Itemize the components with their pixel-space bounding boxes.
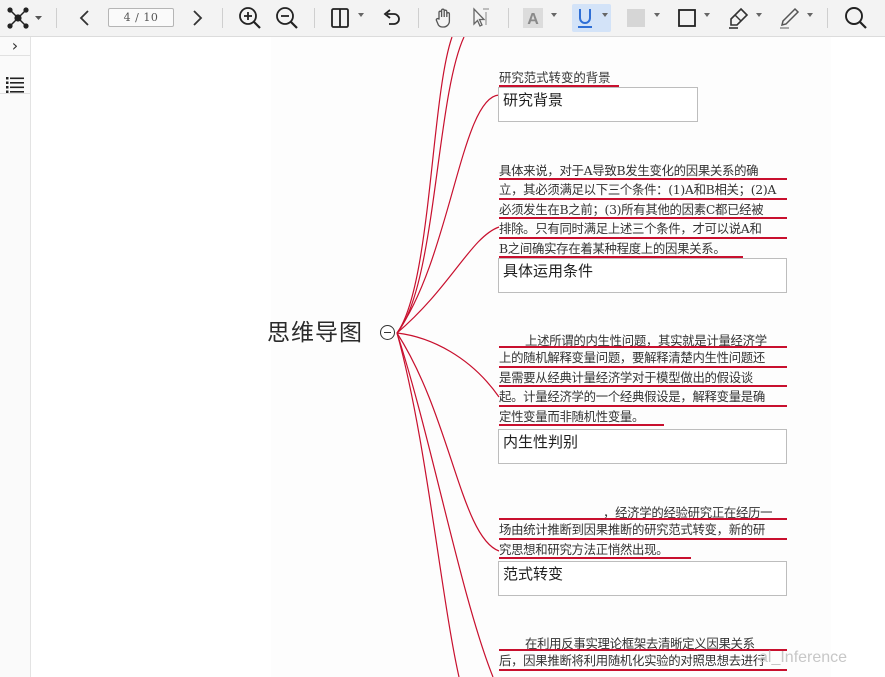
note-line: 定性变量而非随机性变量。 <box>499 407 664 426</box>
note-line: 上述所谓的内生性问题，其实就是计量经济学 <box>499 331 787 349</box>
branch-1-node[interactable]: 研究背景 <box>498 87 698 122</box>
rectangle-caret[interactable] <box>704 13 710 17</box>
expand-panel-button[interactable]: › <box>8 37 22 57</box>
highlighter-button[interactable] <box>725 0 751 36</box>
undo-icon <box>383 9 400 25</box>
rectangle-icon <box>678 9 696 27</box>
connector-branch-4 <box>396 332 500 552</box>
toolbar: 4 / 10 A <box>0 0 885 37</box>
pen-icon <box>780 7 800 29</box>
toolbar-separator <box>827 8 828 28</box>
underline-icon-wrap <box>572 0 598 36</box>
note-line: 在利用反事实理论框架去清晰定义因果关系 <box>499 634 787 652</box>
rail-divider <box>0 93 30 94</box>
note-line: 究思想和研究方法正悄然出现。 <box>499 540 691 560</box>
branch-3-note: 上述所谓的内生性问题，其实就是计量经济学 上的随机解释变量问题，要解释清楚内生性… <box>499 331 787 426</box>
note-line: 上的随机解释变量问题，要解释清楚内生性问题还 <box>499 348 787 368</box>
toolbar-separator <box>222 8 223 28</box>
rectangle-button[interactable] <box>675 0 699 36</box>
watermark: al_Inference <box>759 649 848 666</box>
layout-toggle-button[interactable] <box>326 0 354 36</box>
note-line: ，经济学的经验研究正在经历一 <box>499 503 787 521</box>
zoom-in-icon <box>239 7 261 29</box>
branch-1-note: 研究范式转变的背景 <box>499 68 619 88</box>
text-highlight-caret[interactable] <box>551 13 557 17</box>
undo-button[interactable] <box>378 0 404 36</box>
node-label: 内生性判别 <box>503 433 579 451</box>
connector-branch-2 <box>396 226 500 334</box>
zoom-in-button[interactable] <box>236 0 264 36</box>
layout-dropdown-caret[interactable] <box>358 13 364 17</box>
branch-3-node[interactable]: 内生性判别 <box>498 429 787 464</box>
note-line: 研究范式转变的背景 <box>499 68 619 88</box>
svg-text:A: A <box>527 11 539 28</box>
underline-icon <box>578 9 592 28</box>
rail-divider <box>0 55 30 56</box>
node-label: 具体运用条件 <box>503 262 594 280</box>
fill-color-caret[interactable] <box>654 13 660 17</box>
branch-2-node[interactable]: 具体运用条件 <box>498 258 787 293</box>
branch-4-note: ，经济学的经验研究正在经历一 场由统计推断到因果推断的研究范式转变，新的研 究思… <box>499 503 787 560</box>
outline-button[interactable] <box>4 73 26 95</box>
note-line: B之间确实存在着某种程度上的因果关系。 <box>499 239 743 258</box>
select-tool-button[interactable] <box>466 0 494 36</box>
search-button[interactable] <box>841 0 871 36</box>
note-line: 是需要从经典计量经济学对于模型做出的假设谈 <box>499 368 787 388</box>
hand-tool-icon <box>435 8 451 28</box>
note-line: 必须发生在B之前；(3)所有其他的因素C都已经被 <box>499 200 787 220</box>
zoom-out-icon <box>276 7 298 29</box>
pen-button[interactable] <box>776 0 802 36</box>
pen-caret[interactable] <box>807 13 813 17</box>
fill-color-button[interactable] <box>624 0 648 36</box>
toolbar-separator <box>314 8 315 28</box>
toolbar-separator <box>56 8 57 28</box>
prev-page-button[interactable] <box>74 0 96 36</box>
note-line: 具体来说，对于A导致B发生变化的因果关系的确 <box>499 161 787 181</box>
select-tool-icon <box>473 7 489 27</box>
note-line: 排除。只有同时满足上述三个条件，才可以说A和 <box>499 219 787 239</box>
text-highlight-icon: A <box>523 8 543 28</box>
hand-tool-button[interactable] <box>430 0 458 36</box>
note-line: 场由统计推断到因果推断的研究范式转变，新的研 <box>499 520 787 540</box>
zoom-out-button[interactable] <box>273 0 301 36</box>
fill-color-icon <box>627 9 645 27</box>
toolbar-separator <box>418 8 419 28</box>
next-page-button[interactable] <box>186 0 208 36</box>
highlighter-icon <box>729 7 749 29</box>
branch-4-node[interactable]: 范式转变 <box>498 561 787 596</box>
underline-caret[interactable] <box>602 13 608 17</box>
note-line: 后，因果推断将利用随机化实验的对照思想去进行 <box>499 651 787 671</box>
note-line: 立，其必须满足以下三个条件：(1)A和B相关；(2)A <box>499 180 787 200</box>
connector-branch-3 <box>396 332 500 398</box>
left-rail: › <box>0 37 31 677</box>
branch-2-note: 具体来说，对于A导致B发生变化的因果关系的确 立，其必须满足以下三个条件：(1)… <box>499 161 787 258</box>
prev-page-icon <box>79 10 89 26</box>
branch-5-note: 在利用反事实理论框架去清晰定义因果关系 后，因果推断将利用随机化实验的对照思想去… <box>499 634 787 671</box>
toolbar-separator <box>508 8 509 28</box>
root-node-label[interactable]: 思维导图 <box>267 313 363 347</box>
node-label: 研究背景 <box>503 91 564 109</box>
highlighter-caret[interactable] <box>756 13 762 17</box>
layout-toggle-icon <box>331 8 349 28</box>
collapse-toggle[interactable] <box>380 325 395 340</box>
next-page-icon <box>193 10 203 26</box>
text-highlight-button[interactable]: A <box>520 0 546 36</box>
connector-branch-5 <box>396 332 494 677</box>
search-icon <box>845 7 867 29</box>
page-indicator[interactable]: 4 / 10 <box>108 8 174 27</box>
mindmap-menu-icon <box>7 7 42 29</box>
mindmap-menu-button[interactable] <box>4 0 44 36</box>
node-label: 范式转变 <box>503 565 564 583</box>
mindmap-canvas: 思维导图 研究范式转变的背景 研究背景 具体来说，对于A导致B发生变化的因果关系… <box>31 37 885 677</box>
outline-list-icon <box>6 77 24 93</box>
note-line: 起。计量经济学的一个经典假设是，解释变量是确 <box>499 387 787 407</box>
